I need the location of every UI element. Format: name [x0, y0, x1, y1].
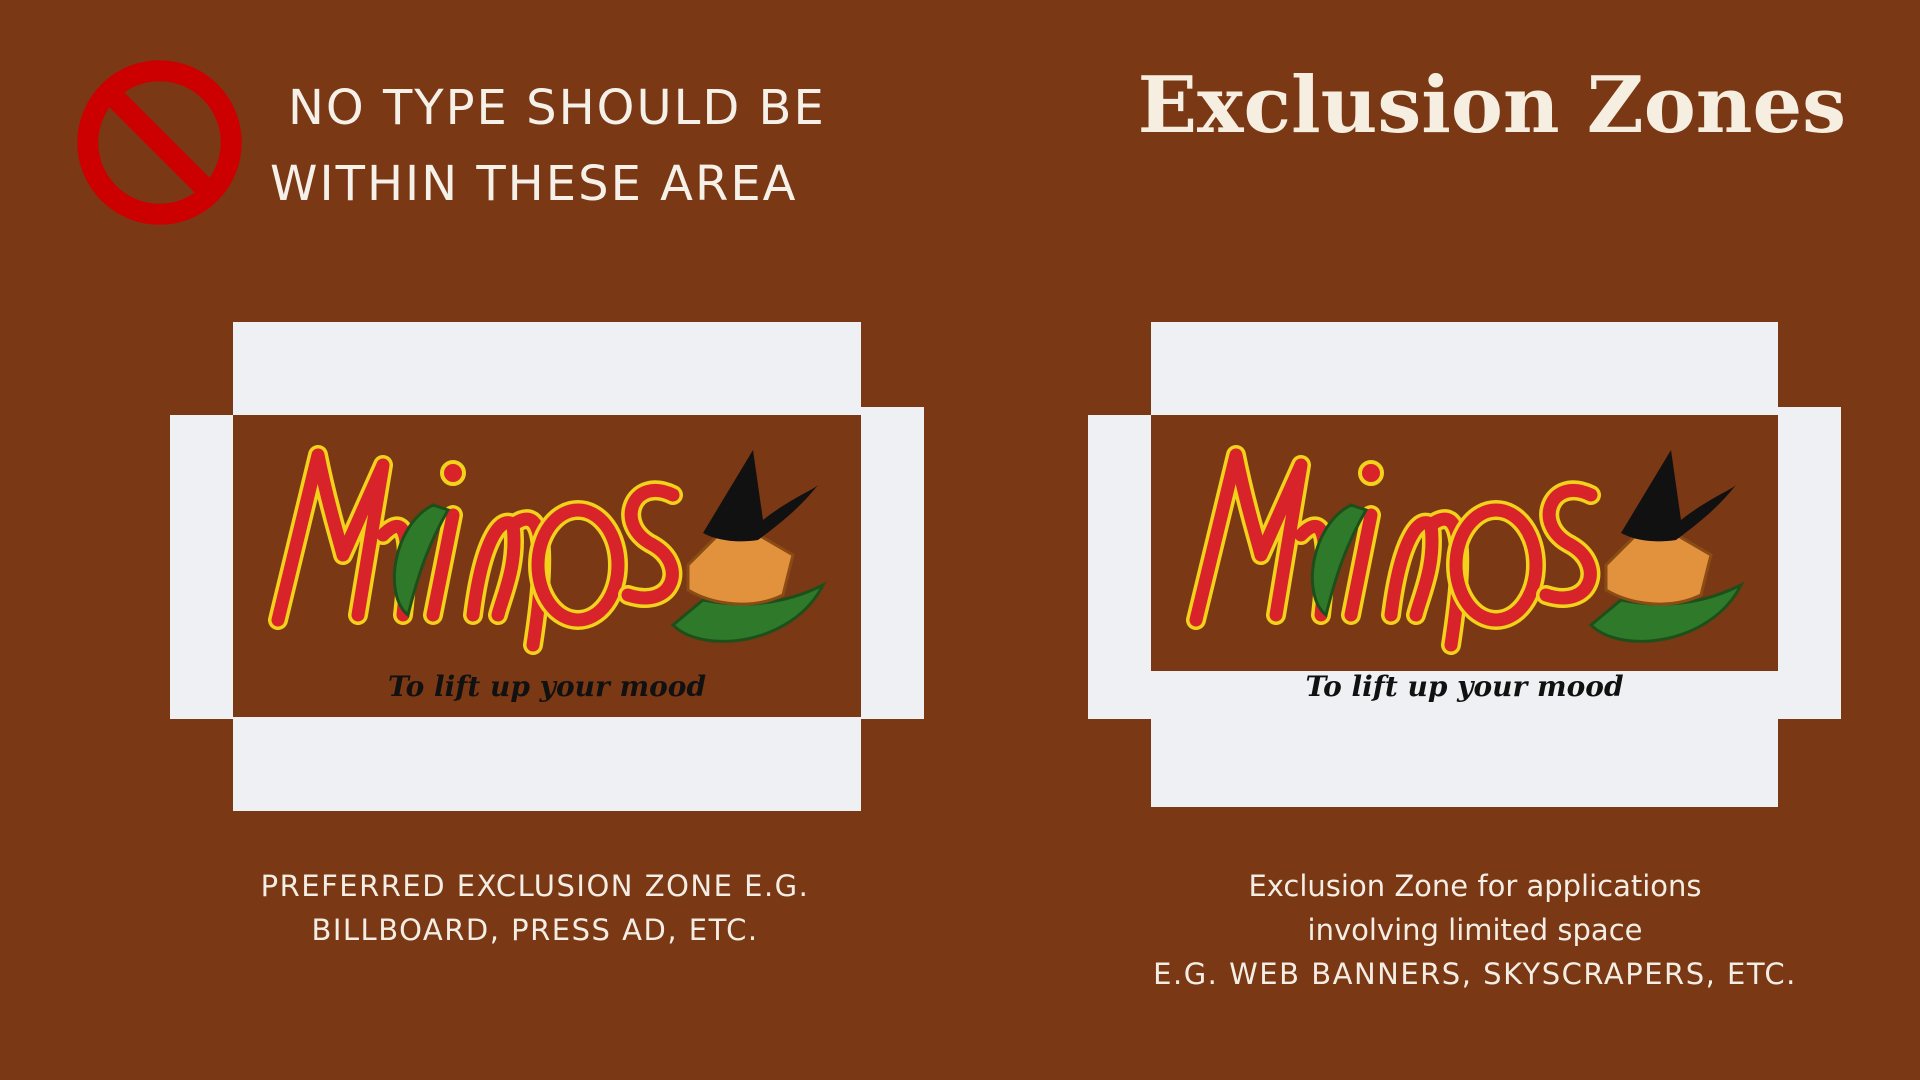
logo-graphic: [268, 445, 827, 655]
limited-caption-line-3: E.G. WEB BANNERS, SKYSCRAPERS, ETC.: [1153, 957, 1797, 991]
zone-pad-right: [1777, 407, 1841, 719]
no-entry-icon: [77, 60, 242, 225]
warning-line-1: NO TYPE SHOULD BE: [288, 80, 826, 136]
limited-caption-line-2: involving limited space: [1307, 913, 1643, 947]
logo-tagline: To lift up your mood: [387, 670, 707, 703]
limited-space-caption: Exclusion Zone for applications involvin…: [1110, 864, 1840, 996]
warning-text: NO TYPE SHOULD BE WITHIN THESE AREA: [270, 70, 830, 222]
zone-pad-top: [233, 322, 861, 416]
warning-line-2: WITHIN THESE AREA: [270, 156, 798, 212]
zone-pad-top: [1151, 322, 1778, 416]
zone-pad-right: [860, 407, 924, 719]
zone-pad-left: [170, 415, 234, 719]
limited-space-exclusion-zone: To lift up your mood: [1088, 322, 1841, 807]
preferred-zone-caption: PREFERRED EXCLUSION ZONE E.G. BILLBOARD,…: [170, 864, 900, 952]
logo-graphic: [1186, 445, 1745, 655]
page-title: Exclusion Zones: [1137, 60, 1846, 151]
logo: To lift up your mood: [233, 415, 861, 717]
limited-caption-line-1: Exclusion Zone for applications: [1248, 869, 1702, 903]
zone-pad-bottom: [233, 717, 861, 811]
preferred-caption-line-1: PREFERRED EXCLUSION ZONE E.G.: [260, 869, 810, 903]
preferred-caption-line-2: BILLBOARD, PRESS AD, ETC.: [311, 913, 759, 947]
zone-pad-left: [1088, 415, 1152, 719]
logo-tagline: To lift up your mood: [1305, 670, 1624, 703]
preferred-exclusion-zone: To lift up your mood: [170, 322, 924, 811]
logo: To lift up your mood: [1151, 415, 1778, 703]
